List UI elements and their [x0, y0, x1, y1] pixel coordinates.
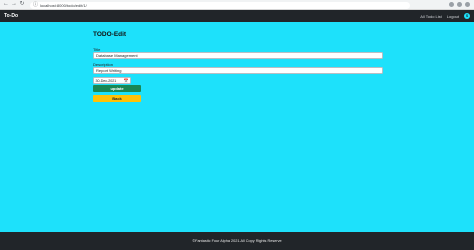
menu-icon[interactable]	[465, 2, 470, 7]
page-title: TODO-Edit	[93, 31, 127, 38]
extension-icon[interactable]	[449, 2, 454, 7]
site-info-icon[interactable]: ⓘ	[33, 2, 38, 9]
browser-extension-icons	[449, 2, 470, 8]
back-arrow-icon[interactable]: ←	[3, 1, 9, 8]
brand-logo[interactable]: To-Do	[4, 10, 18, 22]
date-input[interactable]: 30-Dec-2021 📅	[93, 77, 131, 84]
nav-link-logout[interactable]: Logout	[447, 14, 459, 19]
edit-form: TODO-Edit Title Database Management Desc…	[93, 30, 383, 102]
page-footer: ©Fantastic Four Alpha 2021.All Copy Righ…	[0, 232, 474, 250]
address-bar[interactable]: ⓘ localhost:8000/todo/edit/1/	[30, 1, 410, 9]
reload-icon[interactable]: ↻	[19, 1, 25, 8]
title-input[interactable]: Database Management	[93, 52, 383, 59]
update-button[interactable]: update	[93, 85, 141, 92]
profile-icon[interactable]	[457, 2, 462, 7]
footer-copyright: ©Fantastic Four Alpha 2021.All Copy Righ…	[192, 239, 282, 243]
navbar-links: All Todo List Logout S	[420, 10, 470, 22]
forward-arrow-icon[interactable]: →	[11, 1, 17, 8]
address-bar-url[interactable]: localhost:8000/todo/edit/1/	[40, 2, 87, 9]
app-navbar: To-Do All Todo List Logout S	[0, 10, 474, 22]
avatar[interactable]: S	[464, 13, 470, 19]
browser-toolbar: ← → ↻ ⓘ localhost:8000/todo/edit/1/	[0, 0, 474, 10]
description-input[interactable]: Report Writing	[93, 67, 383, 74]
nav-link-all-todo-list[interactable]: All Todo List	[420, 14, 442, 19]
back-button[interactable]: Back	[93, 94, 141, 102]
calendar-icon[interactable]: 📅	[124, 78, 129, 84]
date-value: 30-Dec-2021	[95, 78, 117, 83]
